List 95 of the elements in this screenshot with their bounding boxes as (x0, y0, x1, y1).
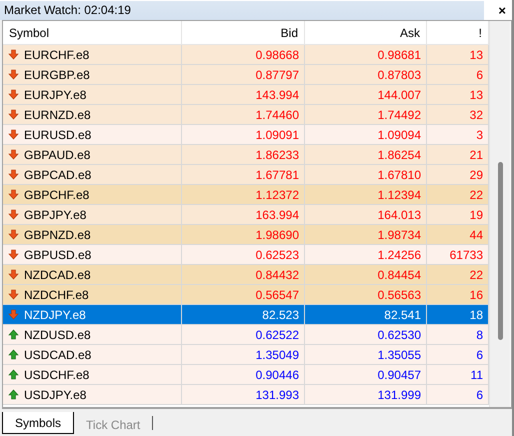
spread-cell: 18 (427, 305, 489, 325)
symbol-cell[interactable]: GBPNZD.e8 (3, 225, 182, 245)
bid-cell: 1.35049 (182, 345, 305, 365)
symbol-cell[interactable]: EURUSD.e8 (3, 125, 182, 145)
symbol-cell[interactable]: GBPAUD.e8 (3, 145, 182, 165)
ask-cell: 1.35055 (305, 345, 427, 365)
symbol-cell[interactable]: GBPCAD.e8 (3, 165, 182, 185)
bid-cell: 82.523 (182, 305, 305, 325)
spread-cell: 11 (427, 365, 489, 385)
ask-cell: 144.007 (305, 85, 427, 105)
bid-cell: 1.86233 (182, 145, 305, 165)
symbol-cell[interactable]: USDJPY.e8 (3, 385, 182, 405)
down-arrow-icon (8, 49, 19, 60)
bid-cell: 143.994 (182, 85, 305, 105)
bid-cell: 163.994 (182, 205, 305, 225)
close-icon[interactable]: × (498, 2, 506, 18)
ask-cell: 0.84454 (305, 265, 427, 285)
ask-cell: 1.86254 (305, 145, 427, 165)
ask-cell: 82.541 (305, 305, 427, 325)
spread-cell: 8 (427, 325, 489, 345)
bid-cell: 0.56547 (182, 285, 305, 305)
symbol-cell[interactable]: NZDUSD.e8 (3, 325, 182, 345)
up-arrow-icon (8, 389, 19, 400)
bid-cell: 0.84432 (182, 265, 305, 285)
tab[interactable]: Symbols (2, 412, 74, 434)
spread-cell: 13 (427, 85, 489, 105)
bid-cell: 1.67781 (182, 165, 305, 185)
symbol-cell[interactable]: EURNZD.e8 (3, 105, 182, 125)
bid-cell: 131.993 (182, 385, 305, 405)
ask-cell: 1.67810 (305, 165, 427, 185)
down-arrow-icon (8, 109, 19, 120)
ask-cell: 1.12394 (305, 185, 427, 205)
symbol-cell[interactable]: GBPJPY.e8 (3, 205, 182, 225)
ask-cell: 164.013 (305, 205, 427, 225)
up-arrow-icon (8, 369, 19, 380)
bid-cell: 0.87797 (182, 65, 305, 85)
bid-cell: 1.98690 (182, 225, 305, 245)
spread-cell: 6 (427, 65, 489, 85)
symbol-cell[interactable]: EURCHF.e8 (3, 45, 182, 65)
spread-cell: 22 (427, 185, 489, 205)
symbol-cell[interactable]: NZDCHF.e8 (3, 285, 182, 305)
scrollbar[interactable] (489, 21, 510, 407)
spread-cell: 16 (427, 285, 489, 305)
up-arrow-icon (8, 329, 19, 340)
down-arrow-icon (8, 129, 19, 140)
down-arrow-icon (8, 149, 19, 160)
down-arrow-icon (8, 169, 19, 180)
bid-cell: 0.62522 (182, 325, 305, 345)
ask-cell: 131.999 (305, 385, 427, 405)
spread-cell: 61733 (427, 245, 489, 265)
ask-cell: 0.90457 (305, 365, 427, 385)
symbol-cell[interactable]: USDCHF.e8 (3, 365, 182, 385)
symbol-cell[interactable]: NZDJPY.e8 (3, 305, 182, 325)
symbol-cell[interactable]: NZDCAD.e8 (3, 265, 182, 285)
down-arrow-icon (8, 289, 19, 300)
bid-cell: 1.74460 (182, 105, 305, 125)
spread-cell: 6 (427, 385, 489, 405)
spread-cell: 32 (427, 105, 489, 125)
ask-cell: 1.98734 (305, 225, 427, 245)
down-arrow-icon (8, 309, 19, 320)
ask-cell: 0.87803 (305, 65, 427, 85)
down-arrow-icon (8, 189, 19, 200)
spread-cell: 29 (427, 165, 489, 185)
spread-cell: 44 (427, 225, 489, 245)
ask-cell: 1.24256 (305, 245, 427, 265)
down-arrow-icon (8, 229, 19, 240)
spread-cell: 6 (427, 345, 489, 365)
spread-cell: 22 (427, 265, 489, 285)
ask-cell: 1.74492 (305, 105, 427, 125)
down-arrow-icon (8, 89, 19, 100)
window-title: Market Watch: 02:04:19 (0, 0, 484, 20)
symbol-cell[interactable]: GBPCHF.e8 (3, 185, 182, 205)
down-arrow-icon (8, 269, 19, 280)
bid-cell: 1.09091 (182, 125, 305, 145)
down-arrow-icon (8, 209, 19, 220)
ask-cell: 0.56563 (305, 285, 427, 305)
scrollbar-thumb[interactable] (498, 162, 502, 340)
bid-cell: 0.62523 (182, 245, 305, 265)
spread-cell: 3 (427, 125, 489, 145)
bid-cell: 1.12372 (182, 185, 305, 205)
down-arrow-icon (8, 249, 19, 260)
spread-cell: 19 (427, 205, 489, 225)
ask-cell: 0.98681 (305, 45, 427, 65)
ask-cell: 1.09094 (305, 125, 427, 145)
symbol-cell[interactable]: GBPUSD.e8 (3, 245, 182, 265)
down-arrow-icon (8, 69, 19, 80)
symbol-cell[interactable]: EURGBP.e8 (3, 65, 182, 85)
ask-cell: 0.62530 (305, 325, 427, 345)
bid-cell: 0.98668 (182, 45, 305, 65)
symbol-cell[interactable]: EURJPY.e8 (3, 85, 182, 105)
spread-cell: 21 (427, 145, 489, 165)
spread-cell: 13 (427, 45, 489, 65)
bid-cell: 0.90446 (182, 365, 305, 385)
symbol-cell[interactable]: USDCAD.e8 (3, 345, 182, 365)
up-arrow-icon (8, 349, 19, 360)
